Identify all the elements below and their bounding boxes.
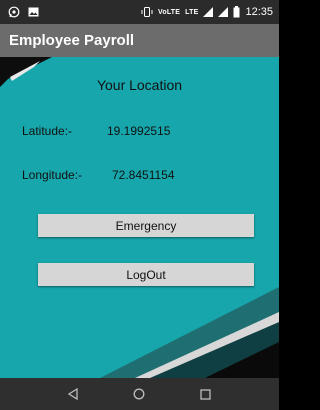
- latitude-value: 19.1992515: [107, 124, 171, 138]
- signal-icon: [203, 7, 214, 17]
- lte-icon: LTE: [185, 8, 199, 16]
- location-title: Your Location: [96, 77, 183, 93]
- image-icon: [28, 7, 39, 17]
- status-right-icons: VoLTE LTE 12:35: [141, 6, 273, 18]
- status-bar: VoLTE LTE 12:35: [0, 0, 279, 24]
- latitude-label: Latitude:-: [22, 124, 73, 138]
- status-left-icons: [8, 6, 39, 18]
- vibrate-icon: [141, 7, 153, 17]
- volte-icon: VoLTE: [158, 8, 181, 16]
- app-bar: Employee Payroll: [0, 24, 279, 57]
- status-time: 12:35: [245, 6, 273, 18]
- recents-icon[interactable]: [191, 379, 221, 409]
- longitude-value: 72.8451154: [112, 168, 175, 182]
- home-icon[interactable]: [124, 379, 154, 409]
- whatsapp-icon: [8, 6, 20, 18]
- app-title: Employee Payroll: [9, 32, 135, 49]
- navigation-bar: [0, 378, 279, 410]
- battery-icon: [233, 6, 240, 18]
- back-icon[interactable]: [58, 379, 88, 409]
- longitude-label: Longitude:-: [22, 168, 83, 182]
- logout-button[interactable]: LogOut: [38, 263, 254, 286]
- emergency-button[interactable]: Emergency: [38, 214, 254, 237]
- main-content: Your Location Latitude:- 19.1992515 Long…: [0, 57, 279, 378]
- signal-icon: [218, 7, 229, 17]
